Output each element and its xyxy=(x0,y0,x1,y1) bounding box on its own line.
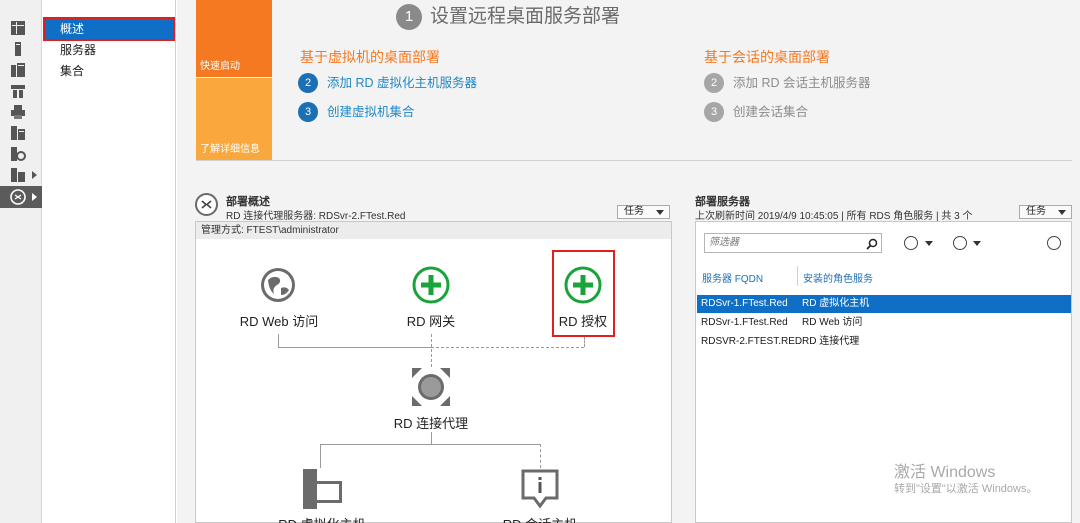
connector-line xyxy=(320,444,540,445)
activation-watermark-title: 激活 Windows xyxy=(894,464,996,481)
link-label: 添加 RD 虚拟化主机服务器 xyxy=(327,76,478,90)
nav-item-collections[interactable]: 集合 xyxy=(45,61,173,81)
collapse-icon[interactable] xyxy=(1047,236,1061,250)
connection-broker-server: RD 连接代理服务器: RDSvr-2.FTest.Red xyxy=(226,211,406,222)
step-title-text: 设置远程桌面服务部署 xyxy=(430,6,621,27)
step-badge: 3 xyxy=(298,102,318,122)
activation-watermark-text: 转到"设置"以激活 Windows。 xyxy=(894,483,1038,495)
quick-start-tile[interactable]: 快速启动 xyxy=(196,0,272,77)
nav-item-overview[interactable]: 概述 xyxy=(43,17,175,41)
chevron-down-icon[interactable] xyxy=(925,241,933,246)
deployment-overview-icon xyxy=(195,193,218,216)
connector-line xyxy=(278,334,279,347)
expand-arrow-icon[interactable] xyxy=(32,171,37,179)
quick-start-label: 快速启动 xyxy=(200,61,240,72)
column-divider[interactable] xyxy=(797,266,798,286)
link-label: 创建会话集合 xyxy=(733,105,809,119)
create-session-collection-link[interactable]: 3 创建会话集合 xyxy=(704,102,808,122)
divider xyxy=(196,160,1072,161)
dashboard-icon[interactable] xyxy=(10,20,26,36)
add-session-host-link[interactable]: 2 添加 RD 会话主机服务器 xyxy=(704,73,871,93)
link-label: 创建虚拟机集合 xyxy=(327,105,415,119)
server-role-cell: RD Web 访问 xyxy=(802,317,863,328)
add-role-gateway-icon[interactable] xyxy=(412,266,450,309)
tasks-label: 任务 xyxy=(624,206,644,217)
table-row[interactable]: RDSVR-2.FTEST.RED RD 连接代理 xyxy=(697,333,1071,351)
connector-line xyxy=(431,334,432,367)
filter-input[interactable]: 筛选器 xyxy=(704,233,882,253)
search-icon[interactable] xyxy=(866,237,878,255)
step-badge: 2 xyxy=(298,73,318,93)
table-row[interactable]: RDSvr-1.FTest.Red RD 虚拟化主机 xyxy=(697,295,1071,313)
add-virtualization-host-link[interactable]: 2 添加 RD 虚拟化主机服务器 xyxy=(298,73,477,93)
chevron-down-icon xyxy=(656,210,664,215)
column-header-fqdn[interactable]: 服务器 FQDN xyxy=(702,270,763,285)
iis-icon[interactable] xyxy=(10,146,26,162)
role-rd-gateway[interactable]: RD 网关 xyxy=(381,311,481,330)
all-servers-icon[interactable] xyxy=(10,62,26,78)
navigation-pane: 概述 服务器 集合 xyxy=(42,0,176,523)
connection-broker-icon[interactable] xyxy=(410,366,452,413)
step-badge: 3 xyxy=(704,102,724,122)
session-deployment-heading: 基于会话的桌面部署 xyxy=(704,49,830,65)
chevron-down-icon[interactable] xyxy=(973,241,981,246)
deployment-servers-panel xyxy=(695,221,1072,523)
link-label: 添加 RD 会话主机服务器 xyxy=(733,76,871,90)
learn-more-label: 了解详细信息 xyxy=(200,144,260,155)
servers-refresh-status: 上次刷新时间 2019/4/9 10:45:05 | 所有 RDS 角色服务 |… xyxy=(695,211,973,222)
connector-line xyxy=(540,444,541,468)
role-rd-web-access[interactable]: RD Web 访问 xyxy=(228,311,330,330)
column-header-roles[interactable]: 安装的角色服务 xyxy=(803,270,873,285)
highlight-box xyxy=(552,250,615,337)
role-rd-session-host[interactable]: RD 会话主机 xyxy=(485,514,595,523)
icon-bar xyxy=(0,0,42,523)
servers-tasks-button[interactable]: 任务 xyxy=(1019,205,1072,219)
globe-icon[interactable] xyxy=(259,266,297,309)
virtualization-host-icon[interactable] xyxy=(300,467,344,516)
server-role-cell: RD 虚拟化主机 xyxy=(802,298,870,309)
step-badge: 2 xyxy=(704,73,724,93)
connector-line xyxy=(584,337,585,347)
connector-line xyxy=(278,347,431,348)
create-vm-collection-link[interactable]: 3 创建虚拟机集合 xyxy=(298,102,415,122)
list-options-icon[interactable] xyxy=(904,236,918,250)
connector-line xyxy=(320,444,321,468)
rds-role-icon[interactable] xyxy=(10,125,26,141)
role-rd-virtualization-host[interactable]: RD 虚拟化主机 xyxy=(262,514,382,523)
expand-arrow-icon[interactable] xyxy=(32,193,37,201)
local-server-icon[interactable] xyxy=(10,41,26,57)
save-query-icon[interactable] xyxy=(953,236,967,250)
nav-item-servers[interactable]: 服务器 xyxy=(45,40,173,60)
overview-tasks-button[interactable]: 任务 xyxy=(617,205,670,219)
server-role-cell: RD 连接代理 xyxy=(802,336,860,347)
step-number-badge: 1 xyxy=(396,4,422,30)
table-row[interactable]: RDSvr-1.FTest.Red RD Web 访问 xyxy=(697,314,1071,332)
ad-icon[interactable] xyxy=(10,167,26,183)
file-storage-icon[interactable] xyxy=(10,83,26,99)
connector-line xyxy=(431,347,584,348)
chevron-down-icon xyxy=(1058,210,1066,215)
vm-deployment-heading: 基于虚拟机的桌面部署 xyxy=(300,49,440,65)
server-fqdn-cell: RDSVR-2.FTEST.RED xyxy=(701,336,803,347)
role-rd-connection-broker[interactable]: RD 连接代理 xyxy=(376,413,486,432)
print-icon[interactable] xyxy=(10,104,26,120)
server-fqdn-cell: RDSvr-1.FTest.Red xyxy=(701,298,788,309)
step-title: 1 设置远程桌面服务部署 xyxy=(396,4,620,30)
session-host-icon[interactable] xyxy=(520,468,560,515)
tasks-label: 任务 xyxy=(1026,206,1046,217)
remote-desktop-icon[interactable] xyxy=(10,189,26,205)
server-fqdn-cell: RDSvr-1.FTest.Red xyxy=(701,317,788,328)
learn-more-tile[interactable]: 了解详细信息 xyxy=(196,78,272,160)
managed-by-label: 管理方式: FTEST\administrator xyxy=(196,222,671,239)
server-manager-window: 概述 服务器 集合 快速启动 了解详细信息 1 设置远程桌面服务部署 基于虚拟机的… xyxy=(0,0,1080,523)
connector-line xyxy=(431,432,432,444)
